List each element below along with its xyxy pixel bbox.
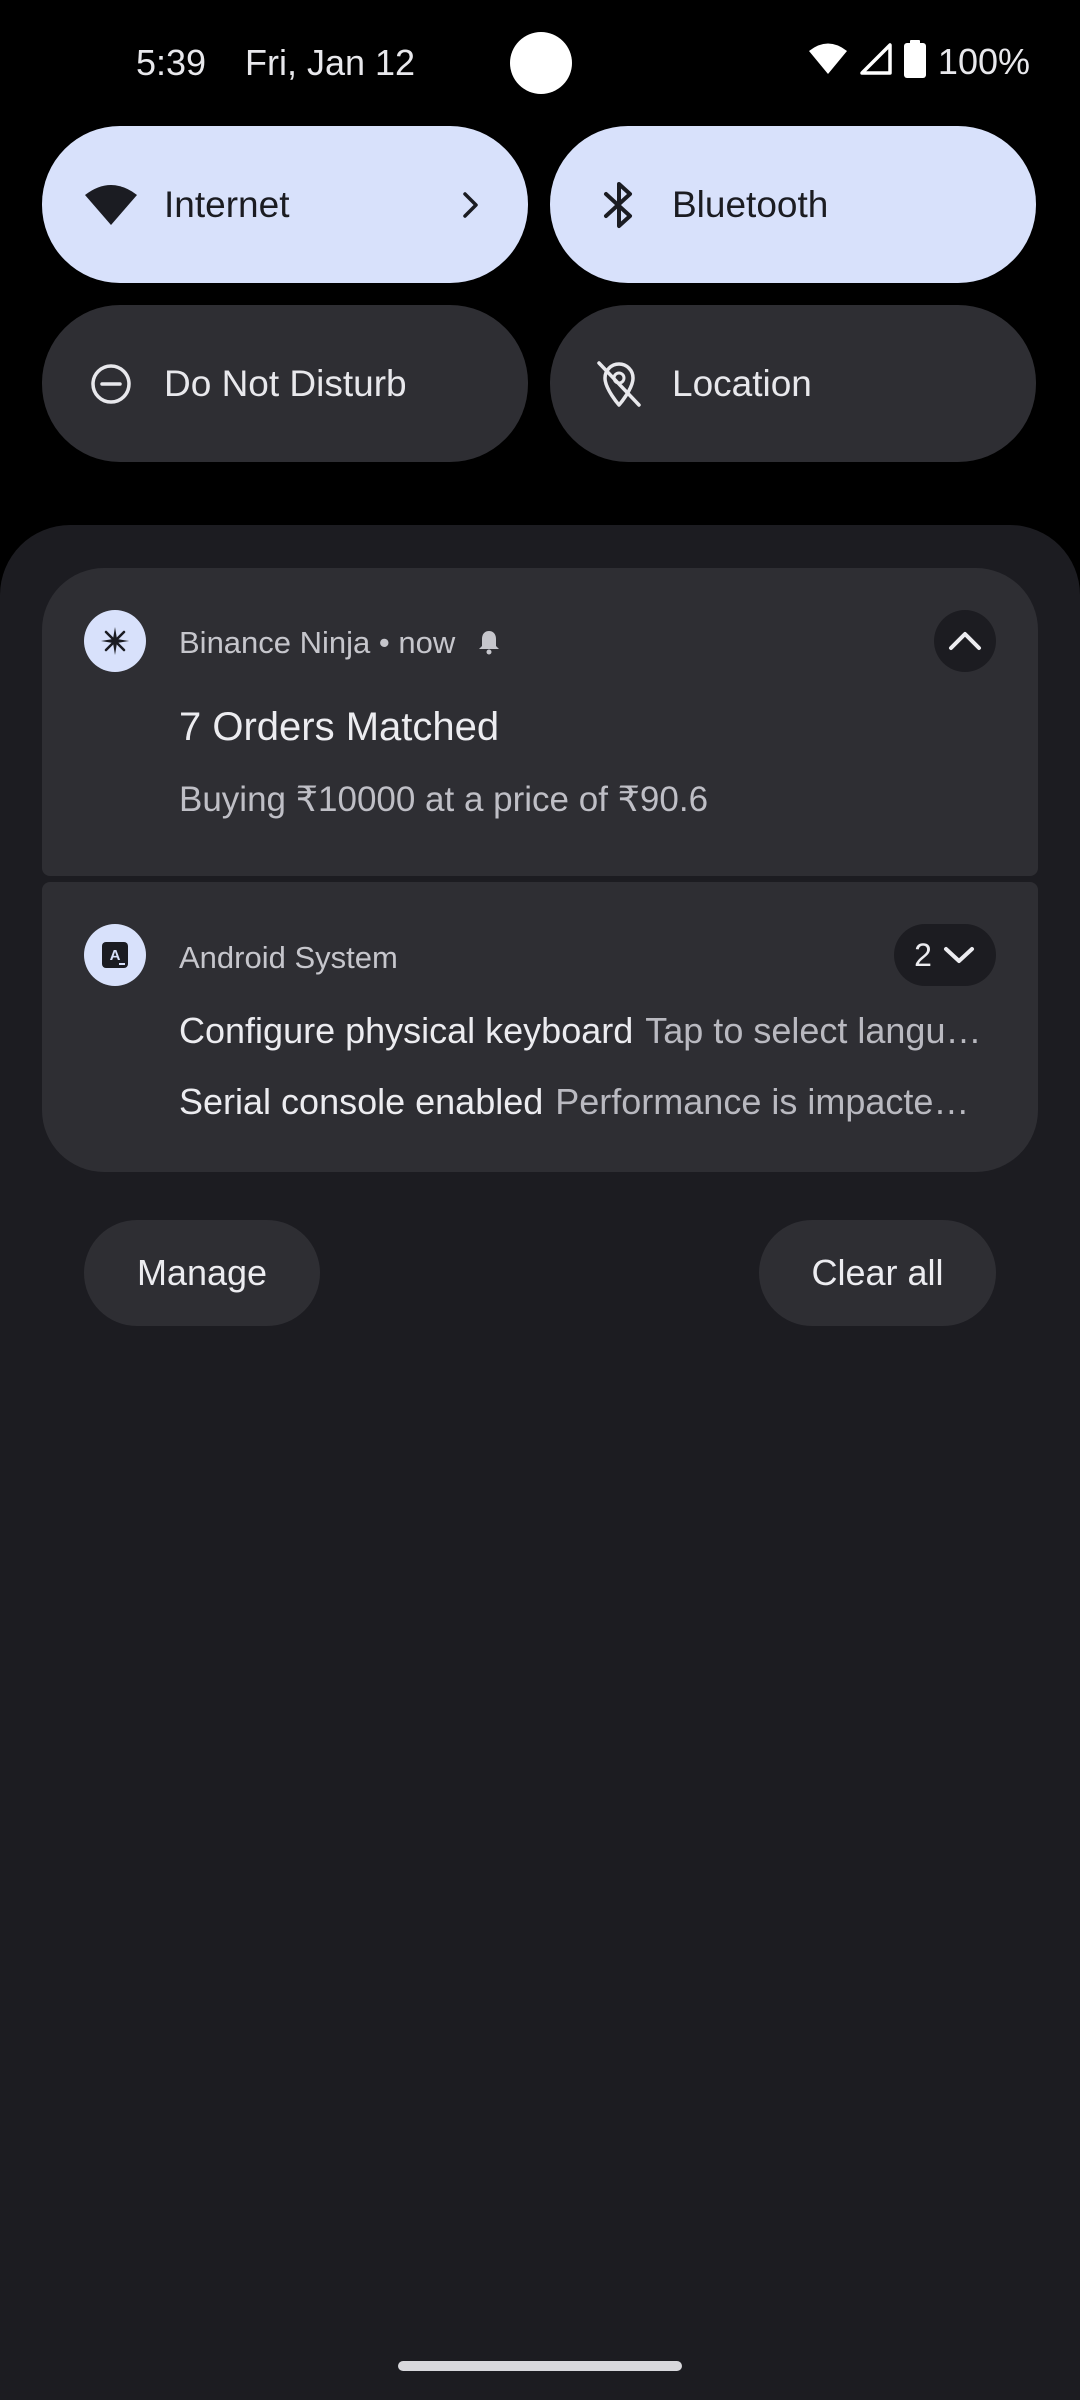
home-indicator[interactable]: [398, 2361, 682, 2371]
notification-line-text: Performance is impacte…: [555, 1081, 970, 1122]
notification-line[interactable]: Configure physical keyboard Tap to select…: [179, 1010, 998, 1052]
tile-dnd-label: Do Not Disturb: [164, 362, 407, 404]
collapse-notification-button[interactable]: [934, 610, 996, 672]
svg-text:A: A: [110, 947, 121, 964]
tile-internet-label: Internet: [164, 183, 290, 225]
notification-line-title: Configure physical keyboard: [179, 1010, 634, 1051]
notification-line[interactable]: Serial console enabled Performance is imp…: [179, 1081, 998, 1123]
tile-internet[interactable]: Internet: [42, 126, 528, 283]
cell-signal-icon: [860, 43, 892, 80]
notification-binance-ninja[interactable]: Binance Ninja • now 7 Orders Matched Buy…: [42, 568, 1038, 876]
notification-app-name: Android System: [179, 940, 398, 975]
status-bar: 5:39 Fri, Jan 12 100%: [0, 0, 1080, 128]
notification-line-text: Tap to select langu…: [645, 1010, 982, 1051]
chevron-up-icon: [949, 632, 981, 650]
tile-do-not-disturb[interactable]: Do Not Disturb: [42, 305, 528, 462]
tile-bluetooth-label: Bluetooth: [672, 183, 829, 225]
status-date: Fri, Jan 12: [245, 42, 416, 83]
chevron-right-icon: [456, 190, 486, 220]
notification-app-name: Binance Ninja • now: [179, 625, 504, 661]
notification-text: Buying ₹10000 at a price of ₹90.6: [179, 780, 709, 819]
notification-count: 2: [914, 936, 932, 973]
chevron-down-icon: [943, 947, 974, 963]
wifi-signal-icon: [808, 42, 848, 81]
notification-shade-screen: 5:39 Fri, Jan 12 100% Internet Bluetooth…: [0, 0, 1080, 2400]
location-off-icon: [590, 355, 648, 413]
status-time: 5:39: [136, 42, 207, 83]
tile-location[interactable]: Location: [550, 305, 1036, 462]
notification-android-system[interactable]: A Android System 2 Configure physical ke…: [42, 882, 1038, 1172]
manage-button[interactable]: Manage: [84, 1220, 320, 1326]
bluetooth-icon: [590, 176, 648, 234]
alerting-bell-icon: [478, 631, 499, 655]
do-not-disturb-icon: [82, 355, 140, 413]
status-icons: 100%: [808, 40, 1030, 83]
battery-percent: 100%: [937, 40, 1030, 82]
notification-line-title: Serial console enabled: [179, 1081, 544, 1122]
wifi-icon: [82, 176, 140, 234]
sparkle-icon: [84, 610, 146, 672]
tile-bluetooth[interactable]: Bluetooth: [550, 126, 1036, 283]
battery-icon: [903, 40, 926, 83]
keyboard-language-icon: A: [84, 924, 146, 986]
tile-location-label: Location: [672, 362, 812, 404]
clear-all-button[interactable]: Clear all: [759, 1220, 996, 1326]
notification-title: 7 Orders Matched: [179, 705, 500, 749]
expand-group-button[interactable]: 2: [894, 924, 996, 986]
camera-cutout: [510, 32, 572, 94]
